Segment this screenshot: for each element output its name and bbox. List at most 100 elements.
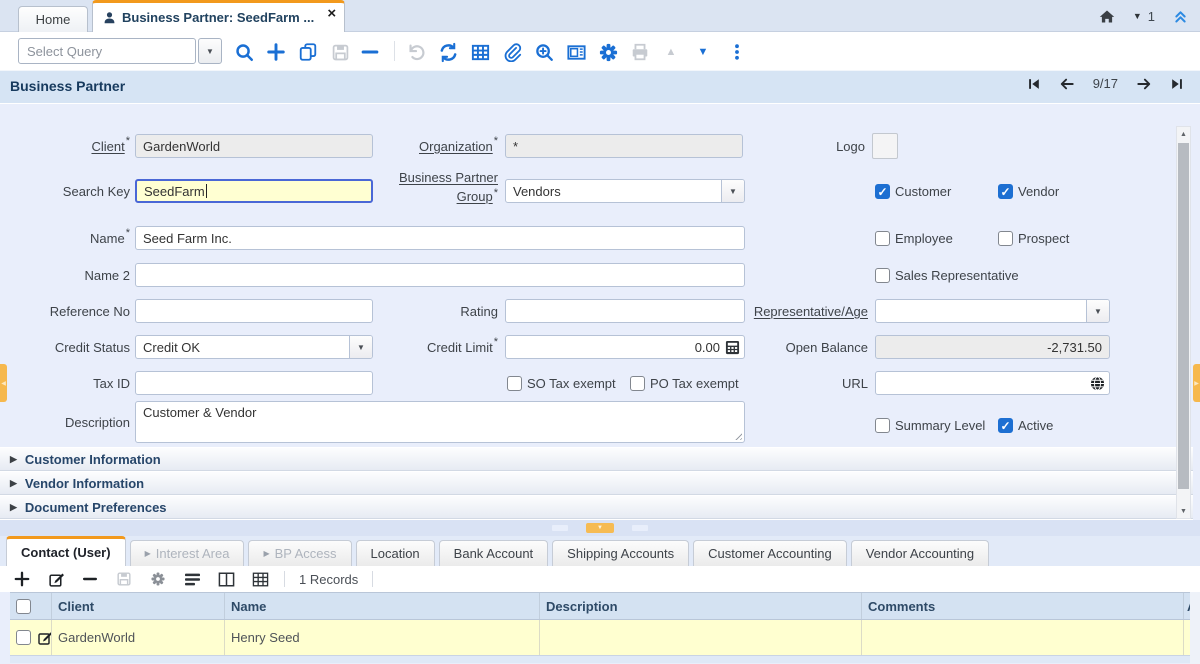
detail-tab-bp-access[interactable]: ▶BP Access xyxy=(248,540,351,566)
grid-toggle-icon[interactable] xyxy=(468,40,492,64)
first-record-icon[interactable] xyxy=(1027,77,1041,91)
zoom-across-icon[interactable] xyxy=(532,40,556,64)
detail-tab-interest-area[interactable]: ▶Interest Area xyxy=(130,540,245,566)
detail-tab-vendor-accounting[interactable]: Vendor Accounting xyxy=(851,540,989,566)
row-checkbox[interactable] xyxy=(16,630,31,645)
sales-rep-checkbox[interactable] xyxy=(875,268,890,283)
detail-tab-location[interactable]: Location xyxy=(356,540,435,566)
so-tax-checkbox-row[interactable]: SO Tax exempt xyxy=(507,375,616,391)
detail-tab-bank-account[interactable]: Bank Account xyxy=(439,540,549,566)
customize-icon[interactable] xyxy=(596,40,620,64)
column-header-description[interactable]: Description xyxy=(540,593,862,619)
representative-combobox[interactable]: ▼ xyxy=(875,299,1110,323)
edit-row-icon[interactable] xyxy=(46,569,66,589)
summary-level-checkbox-row[interactable]: Summary Level xyxy=(875,417,985,433)
detail-record-icon[interactable]: ▼ xyxy=(691,40,715,64)
refresh-icon[interactable] xyxy=(436,40,460,64)
text-cursor xyxy=(206,184,207,198)
name-field[interactable]: Seed Farm Inc. xyxy=(135,226,745,250)
row-edit-icon[interactable] xyxy=(37,630,52,646)
delete-row-icon[interactable] xyxy=(80,569,100,589)
customize-grid-icon[interactable] xyxy=(148,569,168,589)
tax-id-field[interactable] xyxy=(135,371,373,395)
column-header-client[interactable]: Client xyxy=(52,593,225,619)
west-panel-toggle[interactable]: ◀ xyxy=(0,364,7,402)
east-panel-toggle[interactable]: ▶ xyxy=(1193,364,1200,402)
grid-view-icon[interactable] xyxy=(250,569,270,589)
search-key-field[interactable]: SeedFarm xyxy=(135,179,373,203)
new-row-icon[interactable] xyxy=(12,569,32,589)
tab-home[interactable]: Home xyxy=(18,6,88,32)
record-info-icon[interactable] xyxy=(564,40,588,64)
splitter-bar[interactable]: ▼ xyxy=(0,520,1200,536)
vendor-checkbox[interactable] xyxy=(998,184,1013,199)
toolbar-separator xyxy=(284,571,285,587)
vendor-checkbox-row[interactable]: Vendor xyxy=(998,183,1059,199)
customer-checkbox[interactable] xyxy=(875,184,890,199)
column-header-name[interactable]: Name xyxy=(225,593,540,619)
collapse-all-icon[interactable] xyxy=(1173,9,1188,24)
find-icon[interactable] xyxy=(232,40,256,64)
organization-field: * xyxy=(505,134,743,158)
new-record-icon[interactable] xyxy=(264,40,288,64)
form-vertical-scrollbar[interactable]: ▲ ▼ xyxy=(1176,126,1191,519)
employee-checkbox-row[interactable]: Employee xyxy=(875,230,953,246)
splitter-handle[interactable]: ▼ xyxy=(586,523,614,533)
chevron-down-icon[interactable]: ▼ xyxy=(1086,300,1109,322)
summary-level-checkbox[interactable] xyxy=(875,418,890,433)
more-actions-icon[interactable] xyxy=(725,40,749,64)
so-tax-checkbox[interactable] xyxy=(507,376,522,391)
cell-name: Henry Seed xyxy=(225,620,540,655)
chevron-down-icon[interactable]: ▼ xyxy=(349,336,372,358)
reference-no-field[interactable] xyxy=(135,299,373,323)
customer-checkbox-row[interactable]: Customer xyxy=(875,183,951,199)
select-query-input[interactable] xyxy=(18,38,196,64)
home-icon[interactable] xyxy=(1099,9,1115,24)
scroll-down-icon[interactable]: ▼ xyxy=(1177,504,1190,518)
detail-tab-contact-user[interactable]: Contact (User) xyxy=(6,536,126,566)
open-windows-dropdown[interactable]: ▼ 1 xyxy=(1133,9,1155,24)
chevron-down-icon[interactable]: ▼ xyxy=(721,180,744,202)
logo-image-box[interactable] xyxy=(872,133,898,159)
url-field[interactable] xyxy=(875,371,1110,395)
section-vendor-information[interactable]: ▶ Vendor Information xyxy=(0,471,1193,495)
table-row[interactable]: GardenWorld Henry Seed xyxy=(10,620,1192,656)
previous-record-icon[interactable] xyxy=(1059,77,1075,91)
last-record-icon[interactable] xyxy=(1170,77,1184,91)
expand-arrow-icon: ▶ xyxy=(10,454,17,465)
employee-checkbox[interactable] xyxy=(875,231,890,246)
detail-tab-shipping-accounts[interactable]: Shipping Accounts xyxy=(552,540,689,566)
column-header-comments[interactable]: Comments xyxy=(862,593,1184,619)
rating-field[interactable] xyxy=(505,299,745,323)
detail-tab-customer-accounting[interactable]: Customer Accounting xyxy=(693,540,847,566)
description-textarea[interactable]: Customer & Vendor xyxy=(135,401,745,443)
split-view-icon[interactable] xyxy=(216,569,236,589)
name2-field[interactable] xyxy=(135,263,745,287)
po-tax-checkbox-row[interactable]: PO Tax exempt xyxy=(630,375,739,391)
globe-icon[interactable] xyxy=(1090,376,1105,394)
quick-form-icon[interactable] xyxy=(182,569,202,589)
select-all-checkbox[interactable] xyxy=(16,599,31,614)
tab-business-partner[interactable]: Business Partner: SeedFarm ... × xyxy=(92,0,345,32)
copy-record-icon[interactable] xyxy=(296,40,320,64)
active-checkbox[interactable] xyxy=(998,418,1013,433)
attachment-icon[interactable] xyxy=(500,40,524,64)
close-icon[interactable]: × xyxy=(327,5,336,23)
section-document-preferences[interactable]: ▶ Document Preferences xyxy=(0,495,1193,519)
client-label: Client xyxy=(10,134,130,158)
scrollbar-thumb[interactable] xyxy=(1178,143,1189,489)
prospect-checkbox-row[interactable]: Prospect xyxy=(998,230,1069,246)
select-query-dropdown-button[interactable]: ▼ xyxy=(198,38,222,64)
po-tax-checkbox[interactable] xyxy=(630,376,645,391)
scroll-up-icon[interactable]: ▲ xyxy=(1177,127,1190,141)
sales-rep-checkbox-row[interactable]: Sales Representative xyxy=(875,267,1019,283)
prospect-checkbox[interactable] xyxy=(998,231,1013,246)
calculator-icon[interactable] xyxy=(725,340,740,358)
next-record-icon[interactable] xyxy=(1136,77,1152,91)
active-checkbox-row[interactable]: Active xyxy=(998,417,1053,433)
section-customer-information[interactable]: ▶ Customer Information xyxy=(0,447,1193,471)
bp-group-combobox[interactable]: Vendors ▼ xyxy=(505,179,745,203)
delete-record-icon[interactable] xyxy=(358,40,382,64)
credit-status-combobox[interactable]: Credit OK ▼ xyxy=(135,335,373,359)
credit-limit-field[interactable]: 0.00 xyxy=(505,335,745,359)
